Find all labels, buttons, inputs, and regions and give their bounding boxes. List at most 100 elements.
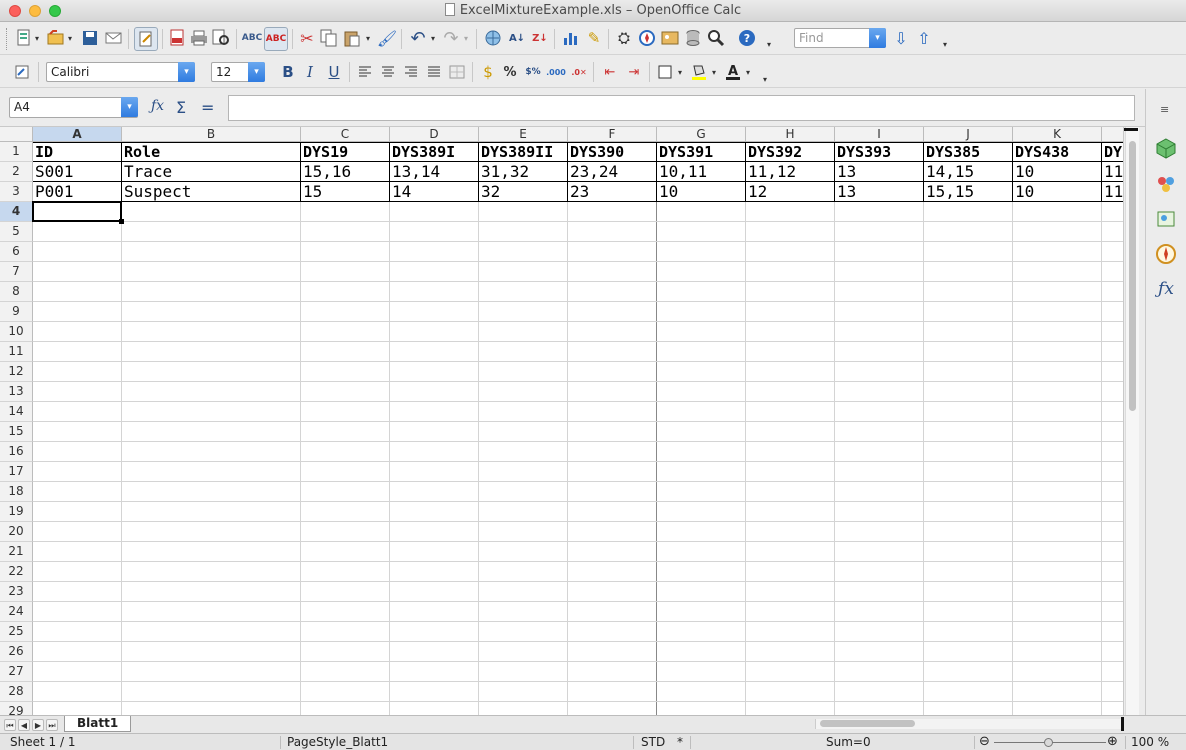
paste-dropdown-icon[interactable]: ▾ [366,34,370,43]
row-header-10[interactable]: 10 [0,322,33,342]
data-sources-icon[interactable] [683,28,703,48]
row-header-12[interactable]: 12 [0,362,33,382]
print-icon[interactable] [189,28,209,48]
align-center-icon[interactable] [378,62,398,82]
cut-icon[interactable]: ✂ [297,28,317,48]
row-header-29[interactable]: 29 [0,702,33,715]
cell-e3[interactable]: 32 [479,182,567,202]
bold-button[interactable]: B [279,62,297,82]
row-header-7[interactable]: 7 [0,262,33,282]
row-header-1[interactable]: 1 [0,142,33,162]
column-header-b[interactable]: B [122,127,301,142]
zoom-slider-knob[interactable] [1044,738,1053,747]
next-sheet-icon[interactable]: ▶ [32,719,44,731]
column-header-k[interactable]: K [1013,127,1102,142]
find-toolbar-overflow-icon[interactable]: ▾ [943,40,947,49]
number-format-icon[interactable]: $% [523,62,543,82]
cell-k1[interactable]: DYS438 [1013,142,1101,162]
hyperlink-icon[interactable] [483,28,503,48]
row-header-6[interactable]: 6 [0,242,33,262]
toolbar-overflow-icon[interactable]: ▾ [767,40,771,49]
cell-b1[interactable]: Role [122,142,300,162]
cell-j3[interactable]: 15,15 [924,182,1012,202]
font-color-icon[interactable]: A [723,62,743,82]
column-header-i[interactable]: I [835,127,924,142]
function-wizard-icon[interactable]: ƒx [151,98,164,114]
underline-button[interactable]: U [325,62,343,82]
sort-ascending-icon[interactable]: A↓ [507,28,527,48]
decrease-indent-icon[interactable]: ⇤ [600,62,620,82]
cell-e2[interactable]: 31,32 [479,162,567,182]
sum-icon[interactable]: Σ [176,98,186,117]
zoom-in-icon[interactable]: ⊕ [1107,734,1118,750]
help-icon[interactable]: ? [737,28,757,48]
column-header-l[interactable]: L [1102,127,1123,142]
cell-g1[interactable]: DYS391 [657,142,745,162]
cell-g3[interactable]: 10 [657,182,745,202]
column-header-d[interactable]: D [390,127,479,142]
vertical-scroll-thumb[interactable] [1129,141,1136,411]
redo-dropdown-icon[interactable]: ▾ [464,34,468,43]
font-size-dropdown-icon[interactable]: ▾ [248,62,265,82]
row-header-13[interactable]: 13 [0,382,33,402]
spellcheck-icon[interactable]: ABC [242,28,262,48]
cell-h1[interactable]: DYS392 [746,142,834,162]
row-header-5[interactable]: 5 [0,222,33,242]
last-sheet-icon[interactable]: ⏭ [46,719,58,731]
properties-icon[interactable] [1154,136,1178,160]
row-header-9[interactable]: 9 [0,302,33,322]
row-header-17[interactable]: 17 [0,462,33,482]
draw-icon[interactable]: ✎ [584,28,604,48]
toolbar-grip[interactable] [6,28,8,50]
navigator-sidebar-icon[interactable] [1154,242,1178,266]
redo-icon[interactable]: ↷ [441,28,461,49]
cell-j2[interactable]: 14,15 [924,162,1012,182]
spreadsheet-grid[interactable]: ABCDEFGHIJKL 123456789101112131415161718… [0,127,1124,715]
cell-c1[interactable]: DYS19 [301,142,389,162]
status-selection-mode[interactable]: STD [641,734,665,750]
vertical-split-handle[interactable] [1121,717,1124,731]
cell-d1[interactable]: DYS389I [390,142,478,162]
column-header-g[interactable]: G [657,127,746,142]
name-box-dropdown-icon[interactable]: ▾ [121,97,138,117]
row-header-19[interactable]: 19 [0,502,33,522]
cell-h2[interactable]: 11,12 [746,162,834,182]
italic-button[interactable]: I [301,62,319,82]
justify-icon[interactable] [424,62,444,82]
row-header-8[interactable]: 8 [0,282,33,302]
column-header-a[interactable]: A [33,127,122,142]
find-next-icon[interactable]: ⇩ [891,28,911,48]
row-header-21[interactable]: 21 [0,542,33,562]
sidebar-menu-icon[interactable]: ≡ [1160,103,1169,116]
cell-c3[interactable]: 15 [301,182,389,202]
cell-a1[interactable]: ID [33,142,121,162]
column-header-f[interactable]: F [568,127,657,142]
cell-i1[interactable]: DYS393 [835,142,923,162]
status-sum[interactable]: Sum=0 [826,734,871,750]
cell-h3[interactable]: 12 [746,182,834,202]
cell-d2[interactable]: 13,14 [390,162,478,182]
export-pdf-icon[interactable] [167,28,187,48]
row-header-23[interactable]: 23 [0,582,33,602]
edit-file-icon[interactable] [134,27,158,51]
chart-icon[interactable] [561,28,581,48]
cell-f2[interactable]: 23,24 [568,162,656,182]
name-box[interactable]: A4 ▾ [9,97,138,118]
cell-fill-handle[interactable] [119,219,124,224]
row-header-28[interactable]: 28 [0,682,33,702]
currency-format-icon[interactable]: $ [478,62,498,82]
horizontal-split-handle[interactable] [1124,128,1138,131]
formatting-overflow-icon[interactable]: ▾ [763,75,767,84]
first-sheet-icon[interactable]: ⏮ [4,719,16,731]
undo-icon[interactable]: ↶ [408,28,428,49]
formula-input[interactable] [228,95,1135,121]
functions-icon[interactable]: ƒx [1154,277,1178,301]
autospellcheck-icon[interactable]: ABC [264,27,288,51]
font-size-combo[interactable]: 12 ▾ [211,62,265,82]
row-header-4[interactable]: 4 [0,202,33,222]
cell-a2[interactable]: S001 [33,162,121,182]
new-dropdown-icon[interactable]: ▾ [35,34,39,43]
row-header-27[interactable]: 27 [0,662,33,682]
row-header-3[interactable]: 3 [0,182,33,202]
background-color-icon[interactable] [689,62,709,82]
